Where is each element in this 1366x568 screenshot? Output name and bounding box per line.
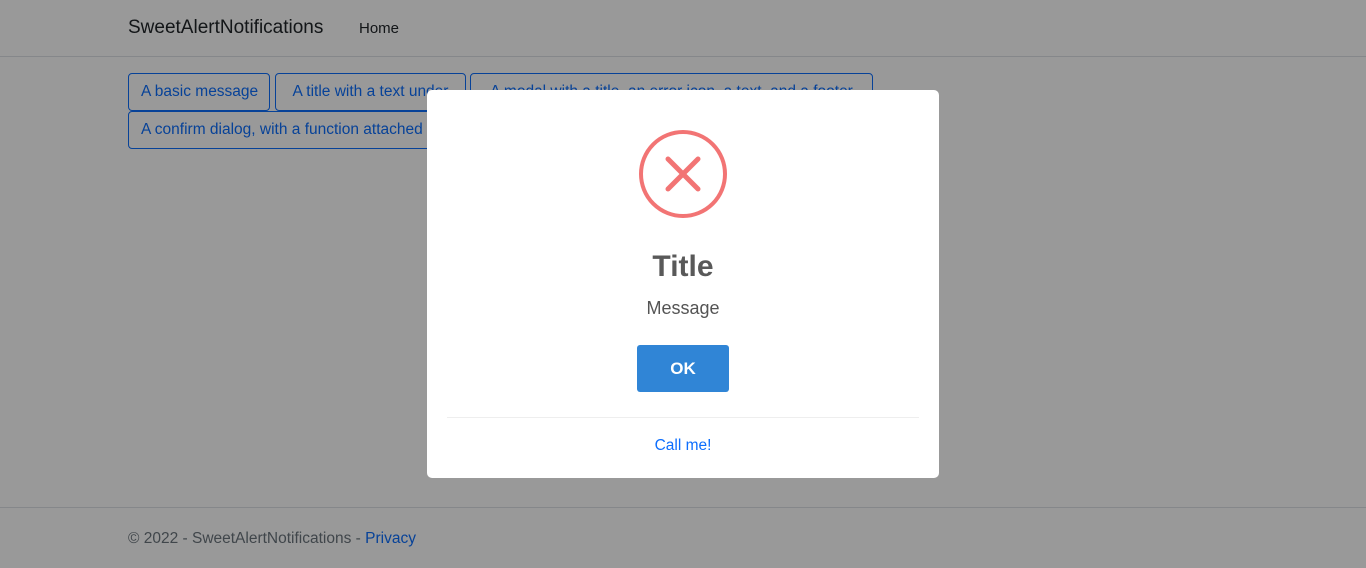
ok-button[interactable]: OK <box>637 345 729 392</box>
call-me-link[interactable]: Call me! <box>427 437 939 455</box>
modal-message: Message <box>646 298 720 318</box>
error-x-icon <box>639 130 727 218</box>
modal-footer-divider <box>447 417 919 418</box>
modal-title: Title <box>652 250 714 283</box>
sweetalert-modal: Title Message OK Call me! <box>427 90 939 478</box>
